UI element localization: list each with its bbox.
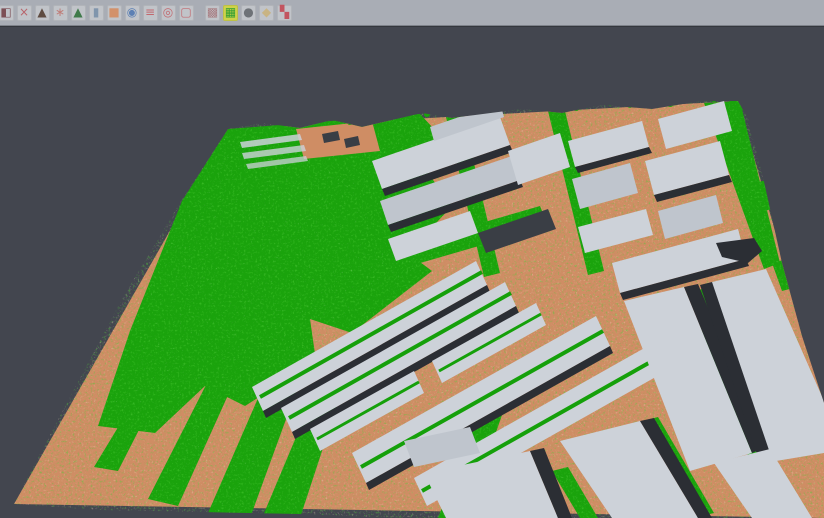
tool-target-icon: ◎ (163, 5, 173, 20)
point-cloud-canvas (0, 27, 824, 518)
toolbar-icons: ◧ × ▲ ∗ ▲ ▮ ■ ◉ ≡ ◎ ▢ ▩ ▦ ● ◆ ▚ (0, 0, 294, 25)
tool-snapshot-icon: ▚ (280, 5, 289, 20)
tool-list-button[interactable]: ≡ (143, 5, 158, 21)
tool-terrain-icon: ▲ (37, 5, 46, 20)
tool-ground-class-icon: ■ (108, 5, 119, 20)
tool-target-button[interactable]: ◎ (161, 5, 176, 21)
tool-grid-button[interactable]: ▩ (205, 5, 220, 21)
tool-terrain-button[interactable]: ▲ (35, 5, 50, 21)
tool-ground-class-button[interactable]: ■ (107, 5, 122, 21)
tool-classify-icon: ▦ (225, 5, 236, 20)
tool-grid-icon: ▩ (207, 5, 218, 20)
tool-mesh-button[interactable]: ● (241, 5, 256, 21)
tool-history-icon: ◆ (262, 5, 271, 20)
tool-dtm-icon: ▲ (73, 5, 82, 20)
tool-clip-button[interactable]: ◧ (0, 5, 14, 21)
tool-profile-icon: ▮ (93, 5, 100, 20)
tool-classify-button[interactable]: ▦ (223, 5, 238, 21)
tool-cross-button[interactable]: × (17, 5, 32, 21)
tool-list-icon: ≡ (145, 5, 155, 20)
tool-clip-icon: ◧ (0, 5, 11, 20)
tool-cross-icon: × (19, 5, 29, 20)
tool-dtm-button[interactable]: ▲ (71, 5, 86, 21)
tool-profile-button[interactable]: ▮ (89, 5, 104, 21)
tool-globe-button[interactable]: ◉ (125, 5, 140, 21)
tool-extent-icon: ▢ (180, 5, 191, 20)
toolbar: ◧ × ▲ ∗ ▲ ▮ ■ ◉ ≡ ◎ ▢ ▩ ▦ ● ◆ ▚ (0, 0, 824, 26)
tool-history-button[interactable]: ◆ (259, 5, 274, 21)
tool-points-button[interactable]: ∗ (53, 5, 68, 21)
tool-mesh-icon: ● (243, 5, 253, 20)
tool-globe-icon: ◉ (127, 5, 137, 20)
viewport-3d[interactable] (0, 26, 824, 517)
tool-snapshot-button[interactable]: ▚ (277, 5, 292, 21)
tool-extent-button[interactable]: ▢ (179, 5, 194, 21)
tool-points-icon: ∗ (55, 5, 65, 20)
